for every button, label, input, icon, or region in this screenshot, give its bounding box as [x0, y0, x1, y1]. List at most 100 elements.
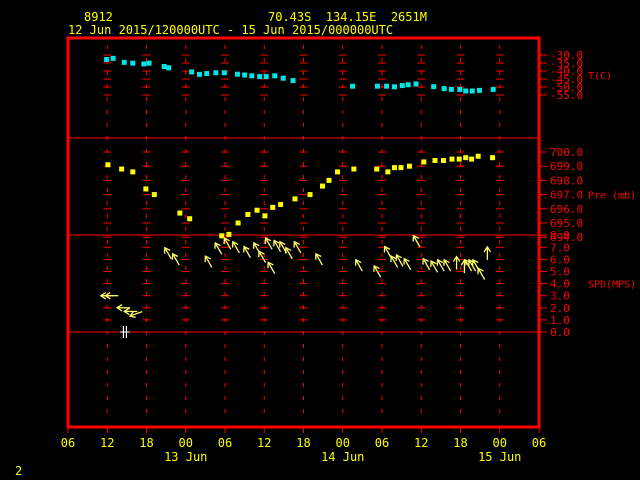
temperature-point	[221, 70, 227, 76]
x-tick-label: 18	[139, 436, 153, 450]
pressure-point	[326, 177, 332, 183]
wind-arrow	[171, 252, 180, 266]
y-tick-label: 5.0	[550, 266, 570, 279]
temperature-point	[350, 83, 356, 89]
wind-arrow	[483, 245, 492, 260]
pressure-point	[421, 159, 427, 165]
wind-arrow	[403, 257, 412, 271]
wind-arrow	[231, 240, 240, 254]
temperature-point	[476, 87, 482, 93]
x-tick-label: 06	[375, 436, 389, 450]
y-tick-label: -55.0	[550, 89, 583, 102]
temperature-point	[110, 55, 116, 61]
label-layer: -30.0-35.0-40.0-45.0-50.0-55.0T(C)700.06…	[61, 49, 636, 464]
pressure-point	[245, 211, 251, 217]
pressure-point	[278, 202, 284, 208]
temperature-point	[280, 75, 286, 81]
pressure-point	[119, 166, 125, 172]
pressure-point	[335, 169, 341, 175]
pressure-point	[475, 153, 481, 159]
temperature-point	[121, 59, 127, 65]
grid-layer	[68, 45, 539, 420]
y-tick-label: 695.0	[550, 217, 583, 230]
pressure-point	[406, 163, 412, 169]
tick-layer	[67, 54, 547, 433]
wind-arrow	[315, 252, 324, 266]
x-tick-label: 06	[61, 436, 75, 450]
pressure-point	[254, 207, 260, 213]
pressure-point	[319, 183, 325, 189]
x-tick-label: 00	[336, 436, 350, 450]
pressure-point	[307, 192, 313, 198]
y-tick-label: 698.0	[550, 174, 583, 187]
wind-arrow	[422, 257, 431, 271]
wind-arrow	[436, 258, 445, 272]
temperature-point	[384, 83, 390, 89]
temperature-point	[257, 74, 263, 80]
temperature-point	[130, 60, 136, 66]
pressure-point	[398, 165, 404, 171]
temperature-point	[104, 56, 110, 62]
wind-arrow	[477, 267, 486, 280]
pressure-point	[270, 204, 276, 210]
pressure-point	[374, 166, 380, 172]
x-tick-label: 12	[414, 436, 428, 450]
x-tick-label: 00	[493, 436, 507, 450]
pressure-point	[143, 186, 149, 192]
y-tick-label: 700.0	[550, 146, 583, 159]
y-tick-label: 2.0	[550, 302, 570, 315]
temperature-point	[490, 86, 496, 92]
x-tick-label: 18	[296, 436, 310, 450]
pressure-point	[449, 156, 455, 162]
wind-arrow	[115, 304, 131, 312]
wind-arrow	[354, 258, 363, 272]
temperature-point	[431, 84, 437, 90]
temperature-point	[249, 73, 255, 79]
wind-arrow	[443, 258, 452, 272]
temperature-point	[448, 86, 454, 92]
chart-frame	[66, 36, 541, 429]
pressure-point	[235, 220, 241, 226]
pressure-point	[219, 233, 225, 239]
pressure-point	[385, 169, 391, 175]
x-day-label: 13 Jun	[164, 450, 207, 464]
y-tick-label: 3.0	[550, 290, 570, 303]
x-tick-label: 12	[100, 436, 114, 450]
pressure-point	[177, 210, 183, 216]
wind-arrow	[243, 245, 252, 259]
pressure-point	[463, 155, 469, 161]
pressure-point	[456, 156, 462, 162]
temperature-point	[272, 73, 278, 79]
temperature-point	[213, 70, 219, 76]
temperature-point	[413, 81, 419, 87]
wind-arrow	[395, 253, 404, 267]
temperature-point	[399, 83, 405, 89]
wind-arrow	[284, 246, 293, 260]
y-tick-label: 0.0	[550, 326, 570, 339]
pressure-point	[226, 231, 232, 237]
x-tick-label: 06	[218, 436, 232, 450]
x-day-label: 14 Jun	[321, 450, 364, 464]
axis-label-speed: SPD(MPS)	[588, 280, 636, 291]
y-tick-label: 7.0	[550, 241, 570, 254]
pressure-point	[490, 155, 496, 161]
y-tick-label: 1.0	[550, 314, 570, 327]
y-tick-label: 6.0	[550, 253, 570, 266]
temperature-point	[242, 72, 248, 78]
pressure-point	[432, 158, 438, 164]
temperature-point	[457, 86, 463, 92]
y-tick-label: 696.0	[550, 203, 583, 216]
temperature-point	[146, 60, 152, 66]
axis-label-pressure: Pre (mb)	[588, 191, 636, 202]
wind-arrow	[204, 255, 213, 268]
temperature-point	[166, 65, 172, 71]
pressure-point	[262, 213, 268, 219]
y-tick-label: 699.0	[550, 160, 583, 173]
temperature-point	[374, 83, 380, 89]
y-tick-label: 4.0	[550, 278, 570, 291]
temperature-point	[391, 84, 397, 90]
wind-arrow	[452, 255, 461, 270]
temperature-point	[290, 78, 296, 84]
temperature-point	[263, 74, 269, 80]
temperature-point	[141, 61, 147, 67]
